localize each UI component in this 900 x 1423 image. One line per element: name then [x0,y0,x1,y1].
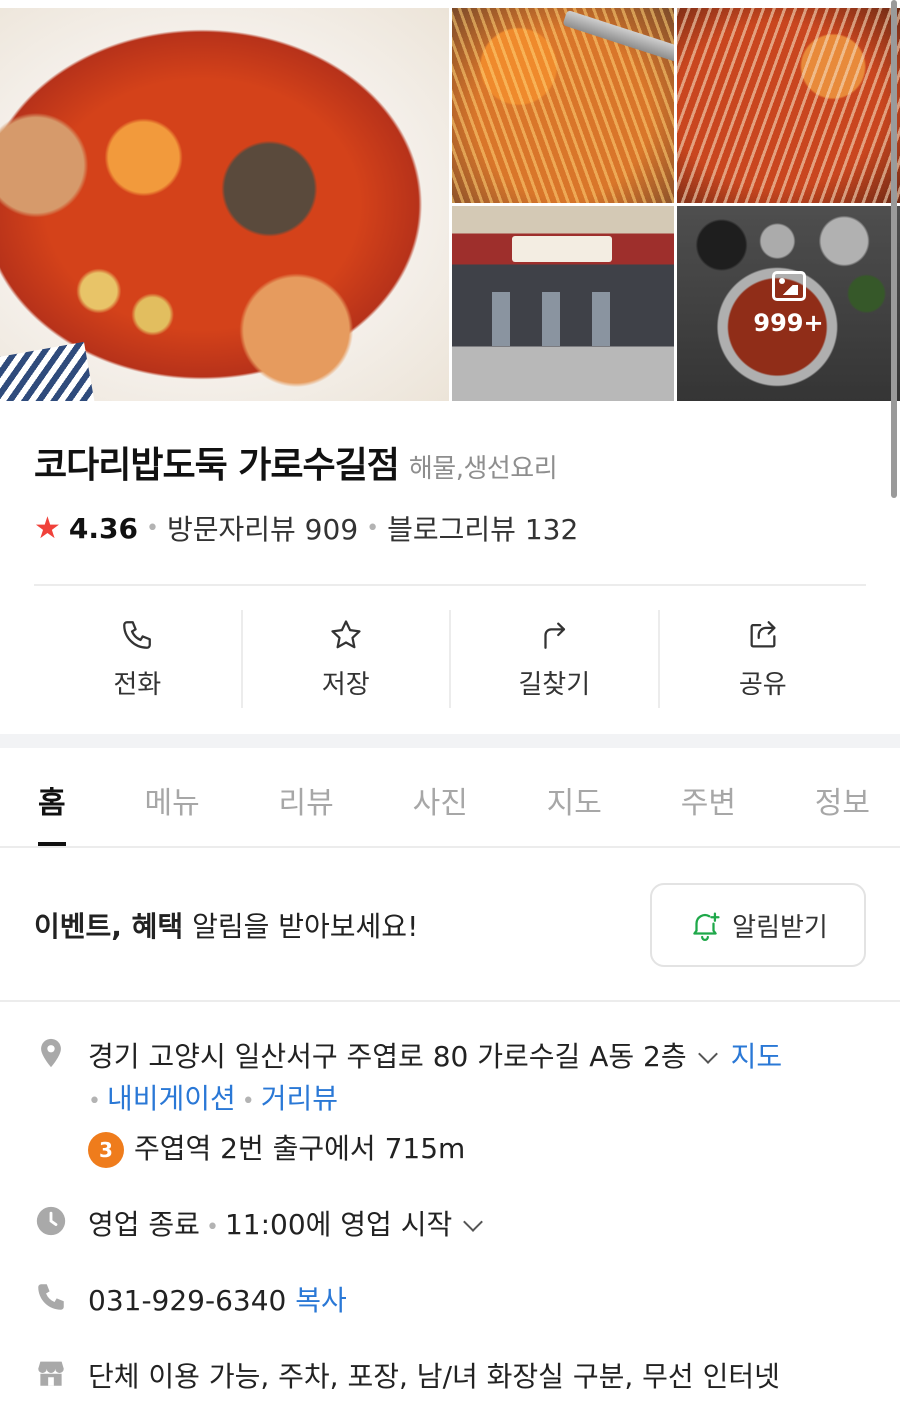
copy-phone-button[interactable]: 복사 [295,1284,347,1317]
tab-bar: 홈 메뉴 리뷰 사진 지도 주변 정보 [0,748,900,848]
subway-distance: 주엽역 2번 출구에서 715m [134,1132,466,1165]
hours-row[interactable]: 영업 종료 • 11:00에 영업 시작 [34,1204,496,1249]
notification-highlight: 이벤트, 혜택 [34,910,184,943]
hours-status: 영업 종료 [88,1208,200,1241]
star-icon [331,619,361,648]
navigation-link[interactable]: 내비게이션 [107,1082,236,1115]
blog-reviews-link[interactable]: 블로그리뷰 132 [387,508,578,548]
tab-map[interactable]: 지도 [547,748,602,846]
action-label: 전화 [113,669,162,700]
storefront-photo[interactable] [452,206,674,401]
store-door [592,292,610,346]
address-row: 경기 고양시 일산서구 주엽로 80 가로수길 A동 2층 지도 [34,1036,782,1078]
tab-menu[interactable]: 메뉴 [144,748,199,846]
map-link[interactable]: 지도 [731,1040,783,1073]
notification-message: 이벤트, 혜택 알림을 받아보세요! [34,905,418,945]
subway-line-badge: 3 [88,1132,124,1168]
directions-icon [544,622,566,649]
separator-dot: • [241,1089,255,1114]
main-photo[interactable] [0,8,449,401]
hours-next-open: 11:00에 영업 시작 [224,1208,453,1241]
rating-row: ★ 4.36 • 방문자리뷰 909 • 블로그리뷰 132 [34,508,578,548]
store-sign [512,236,612,262]
notification-text: 알림을 받아보세요! [183,910,419,943]
share-icon [750,620,776,647]
tab-home[interactable]: 홈 [38,748,66,846]
store-door [542,292,560,346]
image-icon [771,270,806,301]
phone-icon [123,620,152,649]
scrollbar[interactable] [891,0,897,498]
photo-thumbnail[interactable] [677,8,900,203]
store-door [492,292,510,346]
subscribe-notification-button[interactable]: 알림받기 [650,883,866,967]
photo-thumbnail[interactable] [452,8,674,203]
more-photos-overlay: 999+ [677,206,900,401]
divider [0,1000,900,1002]
more-photos-count: 999+ [753,308,824,337]
separator-dot: • [88,1089,101,1114]
notification-banner: 이벤트, 혜택 알림을 받아보세요! 알림받기 [34,882,866,968]
separator-dot: • [205,1215,219,1240]
clock-icon [36,1206,66,1236]
call-button[interactable]: 전화 [34,610,243,708]
star-icon: ★ [34,510,61,546]
address-links: • 내비게이션 • 거리뷰 [88,1078,338,1123]
location-pin-icon [41,1038,61,1068]
tab-info[interactable]: 정보 [815,748,870,846]
action-label: 저장 [321,669,370,700]
save-button[interactable]: 저장 [243,610,451,708]
separator-dot: • [146,515,159,541]
visitor-reviews-link[interactable]: 방문자리뷰 909 [167,508,358,548]
street-view-link[interactable]: 거리뷰 [261,1082,338,1115]
subscribe-label: 알림받기 [732,912,828,943]
phone-icon [38,1284,64,1310]
tab-reviews[interactable]: 리뷰 [279,748,334,846]
place-name: 코다리밥도둑 가로수길점 [34,445,400,486]
separator-dot: • [366,515,380,541]
photo-grid: 999+ [0,8,900,401]
chevron-down-icon[interactable] [697,1044,718,1064]
action-label: 공유 [738,669,787,700]
phone-number[interactable]: 031-929-6340 [88,1284,286,1317]
share-button[interactable]: 공유 [660,610,867,708]
address-text: 경기 고양시 일산서구 주엽로 80 가로수길 A동 2층 [88,1040,687,1073]
phone-row: 031-929-6340 복사 [34,1280,347,1322]
tab-photos[interactable]: 사진 [413,748,468,846]
facilities-text: 단체 이용 가능, 주차, 포장, 남/녀 화장실 구분, 무선 인터넷 [88,1360,780,1393]
tab-nearby[interactable]: 주변 [681,748,736,846]
bell-plus-icon [693,912,720,941]
divider [34,584,866,586]
rating-score: 4.36 [68,511,138,545]
directions-button[interactable]: 길찾기 [451,610,660,708]
place-header: 코다리밥도둑 가로수길점 해물,생선요리 [34,436,558,488]
chevron-down-icon[interactable] [463,1212,484,1232]
action-label: 길찾기 [518,669,591,700]
action-bar: 전화 저장 길찾기 공유 [34,610,866,708]
section-divider [0,734,900,748]
facilities-row: 단체 이용 가능, 주차, 포장, 남/녀 화장실 구분, 무선 인터넷 [34,1356,780,1398]
subway-info: 3 주엽역 2번 출구에서 715m [88,1128,465,1170]
place-category: 해물,생선요리 [408,454,558,484]
more-photos-button[interactable]: 999+ [677,206,900,401]
store-icon [38,1361,64,1386]
